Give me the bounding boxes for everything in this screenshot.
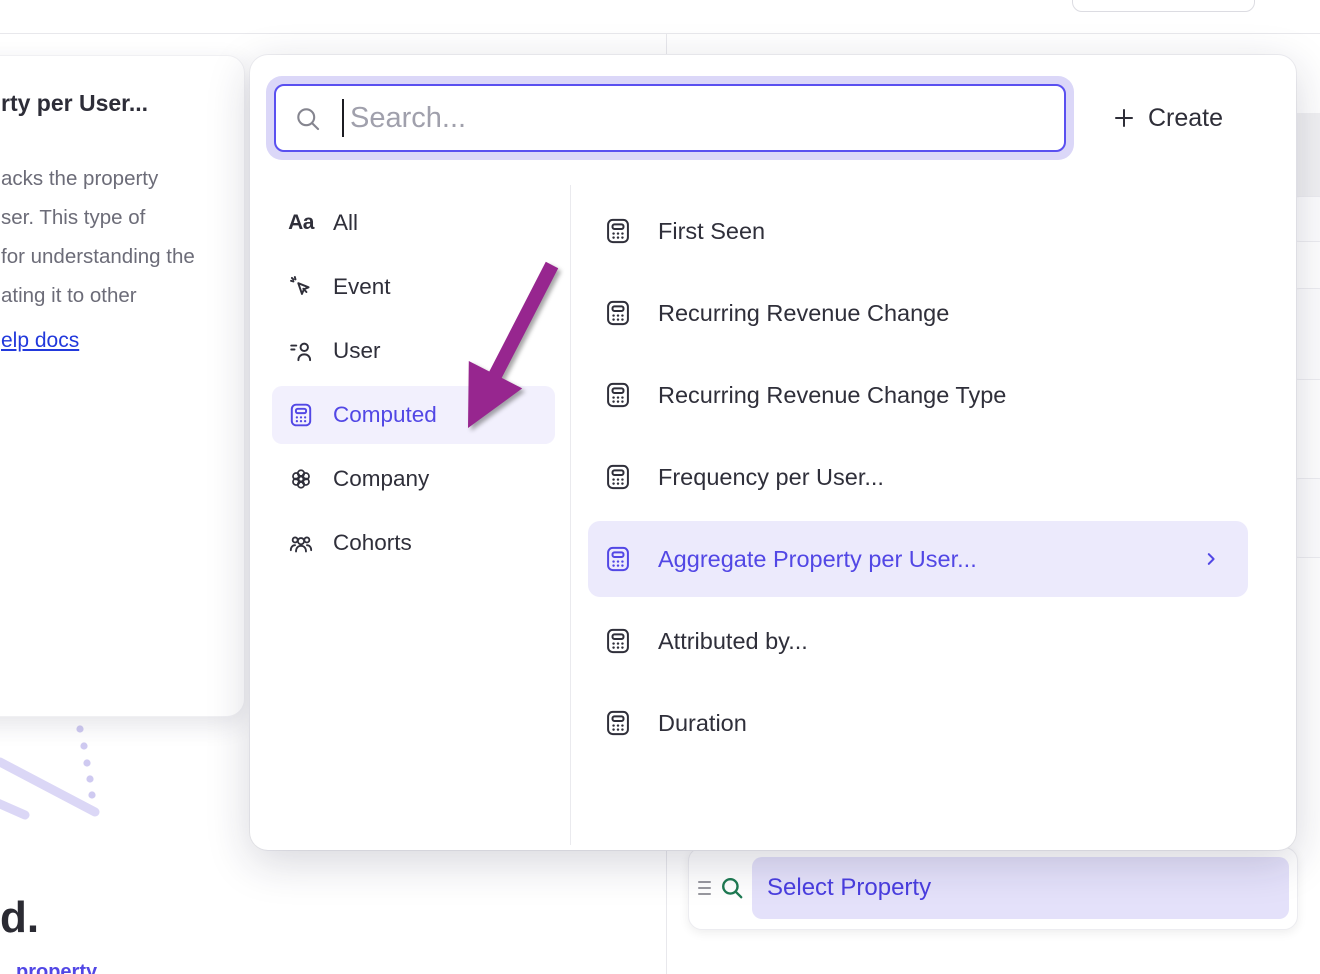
calculator-icon xyxy=(604,463,632,491)
search-field[interactable] xyxy=(274,84,1066,152)
decorative-doodle xyxy=(0,715,140,835)
text-caret xyxy=(342,99,344,137)
property-item-aggregate-property-per-user[interactable]: Aggregate Property per User... xyxy=(588,521,1248,597)
calculator-icon xyxy=(604,709,632,737)
property-item-recurring-revenue-change[interactable]: Recurring Revenue Change xyxy=(588,281,1248,345)
calculator-icon xyxy=(604,299,632,327)
background-section-edge xyxy=(1296,113,1320,201)
event-cursor-icon xyxy=(288,274,314,300)
drag-handle-icon[interactable] xyxy=(698,877,712,899)
calculator-icon xyxy=(604,217,632,245)
tooltip-title: rty per User... xyxy=(1,90,148,117)
property-search-icon xyxy=(719,875,745,901)
calculator-icon xyxy=(604,381,632,409)
sidebar-list-divider xyxy=(570,185,571,845)
category-tab-company[interactable]: Company xyxy=(272,450,555,508)
topbar-divider xyxy=(0,33,1320,34)
select-property-label: Select Property xyxy=(767,874,931,902)
search-icon xyxy=(294,105,322,133)
plus-icon xyxy=(1112,106,1136,130)
category-tab-computed[interactable]: Computed xyxy=(272,386,555,444)
calculator-icon xyxy=(604,545,632,573)
calculator-icon xyxy=(288,402,314,428)
category-tab-event[interactable]: Event xyxy=(272,258,555,316)
background-link-fragment: property xyxy=(16,961,97,974)
create-button-label: Create xyxy=(1148,104,1223,133)
user-icon xyxy=(288,338,314,364)
property-item-first-seen[interactable]: First Seen xyxy=(588,199,1248,263)
help-docs-link[interactable]: elp docs xyxy=(1,329,79,353)
property-row-card: Select Property xyxy=(688,847,1298,930)
top-button-fragment[interactable] xyxy=(1072,0,1255,12)
company-icon xyxy=(288,466,314,492)
property-tooltip-card: rty per User... acks the property ser. T… xyxy=(0,55,245,717)
select-property-button[interactable]: Select Property xyxy=(752,857,1289,919)
text-Aa-icon: Aa xyxy=(288,211,314,235)
property-item-frequency-per-user[interactable]: Frequency per User... xyxy=(588,445,1248,509)
background-heading-fragment: d. xyxy=(0,893,39,943)
property-selector-popover: Create Aa All Event xyxy=(250,55,1296,850)
tooltip-description: acks the property ser. This type of for … xyxy=(1,159,195,315)
chevron-right-icon xyxy=(1202,550,1220,568)
category-tab-all[interactable]: Aa All xyxy=(272,194,555,252)
category-tab-cohorts[interactable]: Cohorts xyxy=(272,514,555,572)
category-tab-user[interactable]: User xyxy=(272,322,555,380)
search-focus-halo xyxy=(266,76,1074,160)
property-item-recurring-revenue-change-type[interactable]: Recurring Revenue Change Type xyxy=(588,363,1248,427)
calculator-icon xyxy=(604,627,632,655)
create-button[interactable]: Create xyxy=(1106,97,1229,139)
screen: d. property rty per User... acks the pro… xyxy=(0,0,1320,974)
property-item-attributed-by[interactable]: Attributed by... xyxy=(588,609,1248,673)
cohorts-icon xyxy=(288,530,314,556)
property-item-duration[interactable]: Duration xyxy=(588,691,1248,755)
search-input[interactable] xyxy=(348,92,1042,144)
